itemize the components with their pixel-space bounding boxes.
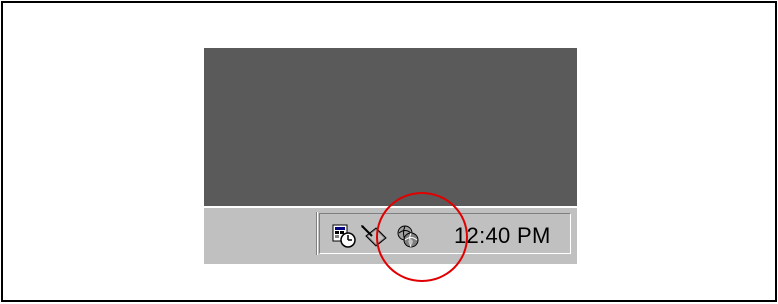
globe-network-icon[interactable] xyxy=(395,224,419,248)
scheduled-tasks-icon[interactable] xyxy=(332,224,356,248)
system-tray: 12:40 PM xyxy=(319,213,571,254)
taskbar-separator xyxy=(316,212,318,255)
desktop-area xyxy=(204,48,577,206)
taskbar: 12:40 PM xyxy=(204,206,577,264)
pen-pad-icon[interactable] xyxy=(360,224,387,248)
clock-time[interactable]: 12:40 PM xyxy=(454,222,551,250)
